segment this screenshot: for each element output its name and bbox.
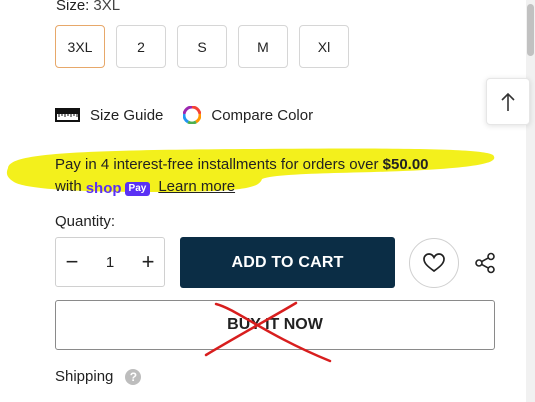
size-options: 3XL 2 S M Xl <box>55 25 349 68</box>
share-icon <box>475 252 495 274</box>
quantity-decrease-button[interactable]: − <box>56 238 88 286</box>
size-selected-value: 3XL <box>93 0 121 14</box>
share-button[interactable] <box>472 250 498 276</box>
product-options-panel: Size: 3XL 3XL 2 S M Xl Size Guide Compar… <box>0 0 535 402</box>
wishlist-button[interactable] <box>409 238 459 288</box>
size-option-s[interactable]: S <box>177 25 227 68</box>
help-icon[interactable]: ? <box>125 368 142 385</box>
size-label: Size: 3XL <box>56 0 120 14</box>
installments-with: with <box>55 178 82 195</box>
scrollbar[interactable] <box>526 0 535 402</box>
size-option-2[interactable]: 2 <box>116 25 166 68</box>
size-option-m[interactable]: M <box>238 25 288 68</box>
color-wheel-icon <box>183 106 202 124</box>
shop-pay-pay: Pay <box>124 182 151 196</box>
back-to-top-button[interactable] <box>486 78 530 125</box>
add-to-cart-button[interactable]: ADD TO CART <box>180 237 395 288</box>
installments-message: Pay in 4 interest-free installments for … <box>55 154 485 200</box>
installments-amount: $50.00 <box>382 156 429 173</box>
size-option-3xl[interactable]: 3XL <box>55 25 105 68</box>
shop-pay-shop: shop <box>85 180 122 197</box>
size-label-key: Size: <box>56 0 90 14</box>
installments-text: Pay in 4 interest-free installments for … <box>55 156 379 173</box>
size-guide-label: Size Guide <box>90 106 164 124</box>
compare-color-label: Compare Color <box>211 106 314 124</box>
quantity-input[interactable]: 1 <box>88 254 132 271</box>
quantity-stepper: − 1 + <box>55 237 165 287</box>
arrow-up-icon <box>501 92 515 111</box>
heart-icon <box>423 253 445 273</box>
shipping-label: Shipping <box>55 368 114 385</box>
guide-row: Size Guide Compare Color <box>55 106 313 124</box>
shipping-row[interactable]: Shipping ? <box>55 368 142 385</box>
size-guide-link[interactable]: Size Guide <box>55 107 163 124</box>
compare-color-link[interactable]: Compare Color <box>183 106 313 124</box>
quantity-label: Quantity: <box>55 213 116 230</box>
ruler-icon <box>55 108 80 122</box>
scrollbar-thumb[interactable] <box>527 4 534 56</box>
quantity-increase-button[interactable]: + <box>132 238 164 286</box>
learn-more-link[interactable]: Learn more <box>158 178 235 195</box>
shop-pay-logo: shop Pay <box>86 178 151 200</box>
buy-it-now-button[interactable]: BUY IT NOW <box>55 300 495 350</box>
size-option-xl[interactable]: Xl <box>299 25 349 68</box>
